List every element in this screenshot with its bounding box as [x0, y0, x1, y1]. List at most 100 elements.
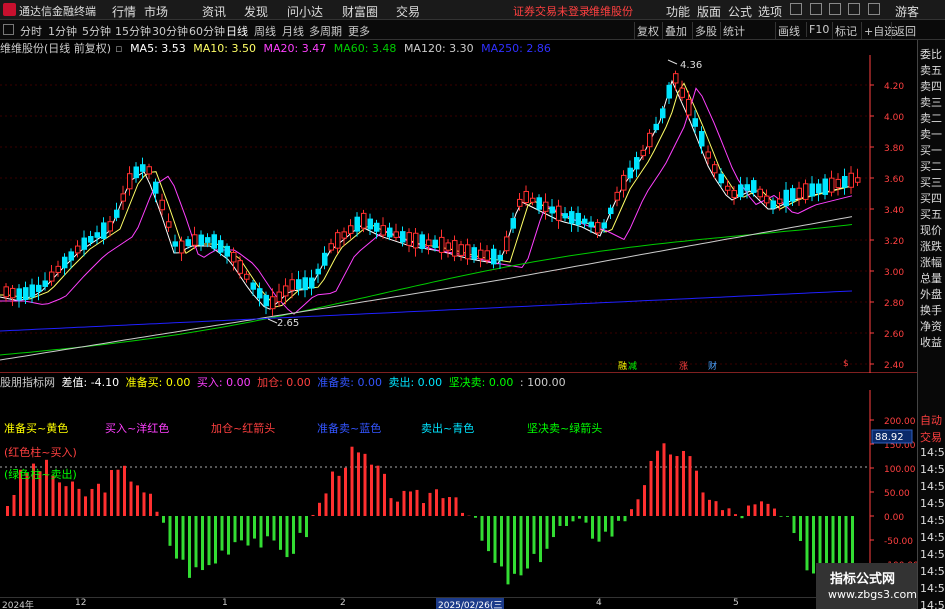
menu-trade[interactable]: 交易 [396, 3, 420, 20]
sidebar-quote-item[interactable]: 总量 [920, 270, 945, 286]
tool-draw[interactable]: 画线 [775, 22, 802, 40]
tool-back[interactable]: 返回 [891, 22, 918, 40]
buy-bar [688, 456, 692, 516]
candle-body [114, 209, 120, 218]
tf-more[interactable]: 更多 [348, 23, 370, 39]
tag-margin[interactable]: 融 [618, 359, 627, 372]
sidebar-quote-item[interactable]: 外盘 [920, 286, 945, 302]
tool-multistock[interactable]: 多股 [692, 22, 719, 40]
sidebar-trade-item[interactable]: 14:56 [920, 446, 945, 459]
sell-bar [181, 516, 185, 560]
tf-15min[interactable]: 15分钟 [115, 23, 151, 39]
stock-link[interactable]: 维维股份 [589, 3, 633, 19]
sidebar-quote-item[interactable]: 买一 [920, 142, 945, 158]
candle-body [120, 193, 126, 202]
hundred-value: : 100.00 [519, 376, 566, 389]
trade-login-notice[interactable]: 证券交易未登录 [513, 3, 590, 19]
menu-functions[interactable]: 功能 [666, 3, 690, 20]
sidebar-quote-item[interactable]: 净资 [920, 318, 945, 334]
sidebar-quote-item[interactable]: 买三 [920, 174, 945, 190]
menu-formula[interactable]: 公式 [728, 3, 752, 20]
panel-toggle-icon[interactable] [3, 24, 14, 35]
candle-body [614, 191, 620, 201]
tf-60min[interactable]: 60分钟 [189, 23, 225, 39]
tag-limit[interactable]: 涨 [679, 359, 688, 372]
menu-options[interactable]: 选项 [758, 3, 782, 20]
candle-body [88, 236, 94, 243]
layout-icon[interactable] [810, 3, 822, 15]
buy-bar [350, 446, 354, 516]
sidebar-trade-item[interactable]: 交易 [920, 429, 945, 445]
tf-30min[interactable]: 30分钟 [152, 23, 188, 39]
sidebar-quote-item[interactable]: 卖一 [920, 126, 945, 142]
sidebar-trade-item[interactable]: 14:56 [920, 463, 945, 476]
indicator-name[interactable]: 股朋指标网 [0, 376, 55, 389]
tf-1min[interactable]: 1分钟 [48, 23, 77, 39]
guest-label[interactable]: 游客 [895, 3, 919, 20]
menu-wealth[interactable]: 财富圈 [342, 3, 378, 20]
sidebar-quote-item[interactable]: 换手 [920, 302, 945, 318]
candle-body [504, 236, 510, 252]
candle-body [855, 177, 861, 183]
sidebar-quote-item[interactable]: 委比 [920, 46, 945, 62]
sidebar-quote-item[interactable]: 买五 [920, 206, 945, 222]
tool-f10[interactable]: F10 [806, 22, 831, 37]
sidebar-quote-item[interactable]: 涨幅 [920, 254, 945, 270]
sidebar-trade-item[interactable]: 14:56 [920, 480, 945, 493]
candle-body [302, 277, 308, 291]
candle-body [842, 176, 848, 188]
tf-daily[interactable]: 日线 [226, 23, 248, 39]
tool-stats[interactable]: 统计 [720, 22, 747, 40]
menu-discover[interactable]: 发现 [244, 3, 268, 20]
tag-finance[interactable]: 财 [708, 359, 717, 372]
sell-bar [526, 516, 529, 569]
sidebar-quote-item[interactable]: 卖二 [920, 110, 945, 126]
minimize-icon[interactable] [829, 3, 841, 15]
tf-weekly[interactable]: 周线 [254, 23, 276, 39]
buy-bar [129, 481, 133, 516]
tool-adjust[interactable]: 复权 [634, 22, 661, 40]
sidebar-quote-item[interactable]: 收益 [920, 334, 945, 350]
sidebar-quote-item[interactable]: 卖五 [920, 62, 945, 78]
sidebar-trade-item[interactable]: 14:56 [920, 599, 945, 609]
sidebar-quote-item[interactable]: 卖四 [920, 78, 945, 94]
sidebar-trade-item[interactable]: 14:56 [920, 497, 945, 510]
tag-dollar[interactable]: $ [843, 359, 849, 369]
close-icon[interactable] [868, 3, 880, 15]
menu-market[interactable]: 市场 [144, 3, 168, 20]
date-cursor-label: 2025/02/26(三 [436, 598, 505, 609]
menu-quotes[interactable]: 行情 [112, 3, 136, 20]
settings-icon[interactable] [790, 3, 802, 15]
menu-ask[interactable]: 问小达 [287, 3, 323, 20]
candle-body [582, 218, 588, 224]
price-chart[interactable]: 4.20 4.00 3.80 3.60 3.40 3.20 3.00 2.80 2.60 2.40… [0, 55, 917, 373]
candlesticks [3, 70, 861, 316]
tf-intraday[interactable]: 分时 [20, 23, 42, 39]
buy-bar [337, 475, 341, 516]
menu-news[interactable]: 资讯 [202, 3, 226, 20]
sidebar-trade-item[interactable]: 14:56 [920, 548, 945, 561]
tf-monthly[interactable]: 月线 [282, 23, 304, 39]
sidebar-trade-item[interactable]: 14:56 [920, 531, 945, 544]
buy-bar [389, 498, 393, 516]
tf-5min[interactable]: 5分钟 [82, 23, 111, 39]
tag-reduce[interactable]: 减 [628, 359, 637, 372]
sidebar-quote-item[interactable]: 买四 [920, 190, 945, 206]
tf-multi[interactable]: 多周期 [309, 23, 342, 39]
sidebar-quote-item[interactable]: 卖三 [920, 94, 945, 110]
sidebar-quote-item[interactable]: 现价 [920, 222, 945, 238]
sidebar-quote-item[interactable]: 涨跌 [920, 238, 945, 254]
sidebar-trade-item[interactable]: 14:56 [920, 582, 945, 595]
tool-overlay[interactable]: 叠加 [662, 22, 689, 40]
menu-layout[interactable]: 版面 [697, 3, 721, 20]
candle-body [16, 288, 22, 301]
sidebar-trade-item[interactable]: 14:56 [920, 514, 945, 527]
tool-mark[interactable]: 标记 [832, 22, 859, 40]
candle-body [361, 212, 367, 229]
restore-icon[interactable] [848, 3, 860, 15]
candle-body [244, 273, 250, 280]
sidebar-quote-item[interactable]: 买二 [920, 158, 945, 174]
buy-bar [409, 491, 412, 516]
sidebar-trade-item[interactable]: 14:56 [920, 565, 945, 578]
sidebar-trade-item[interactable]: 自动 [920, 412, 945, 428]
